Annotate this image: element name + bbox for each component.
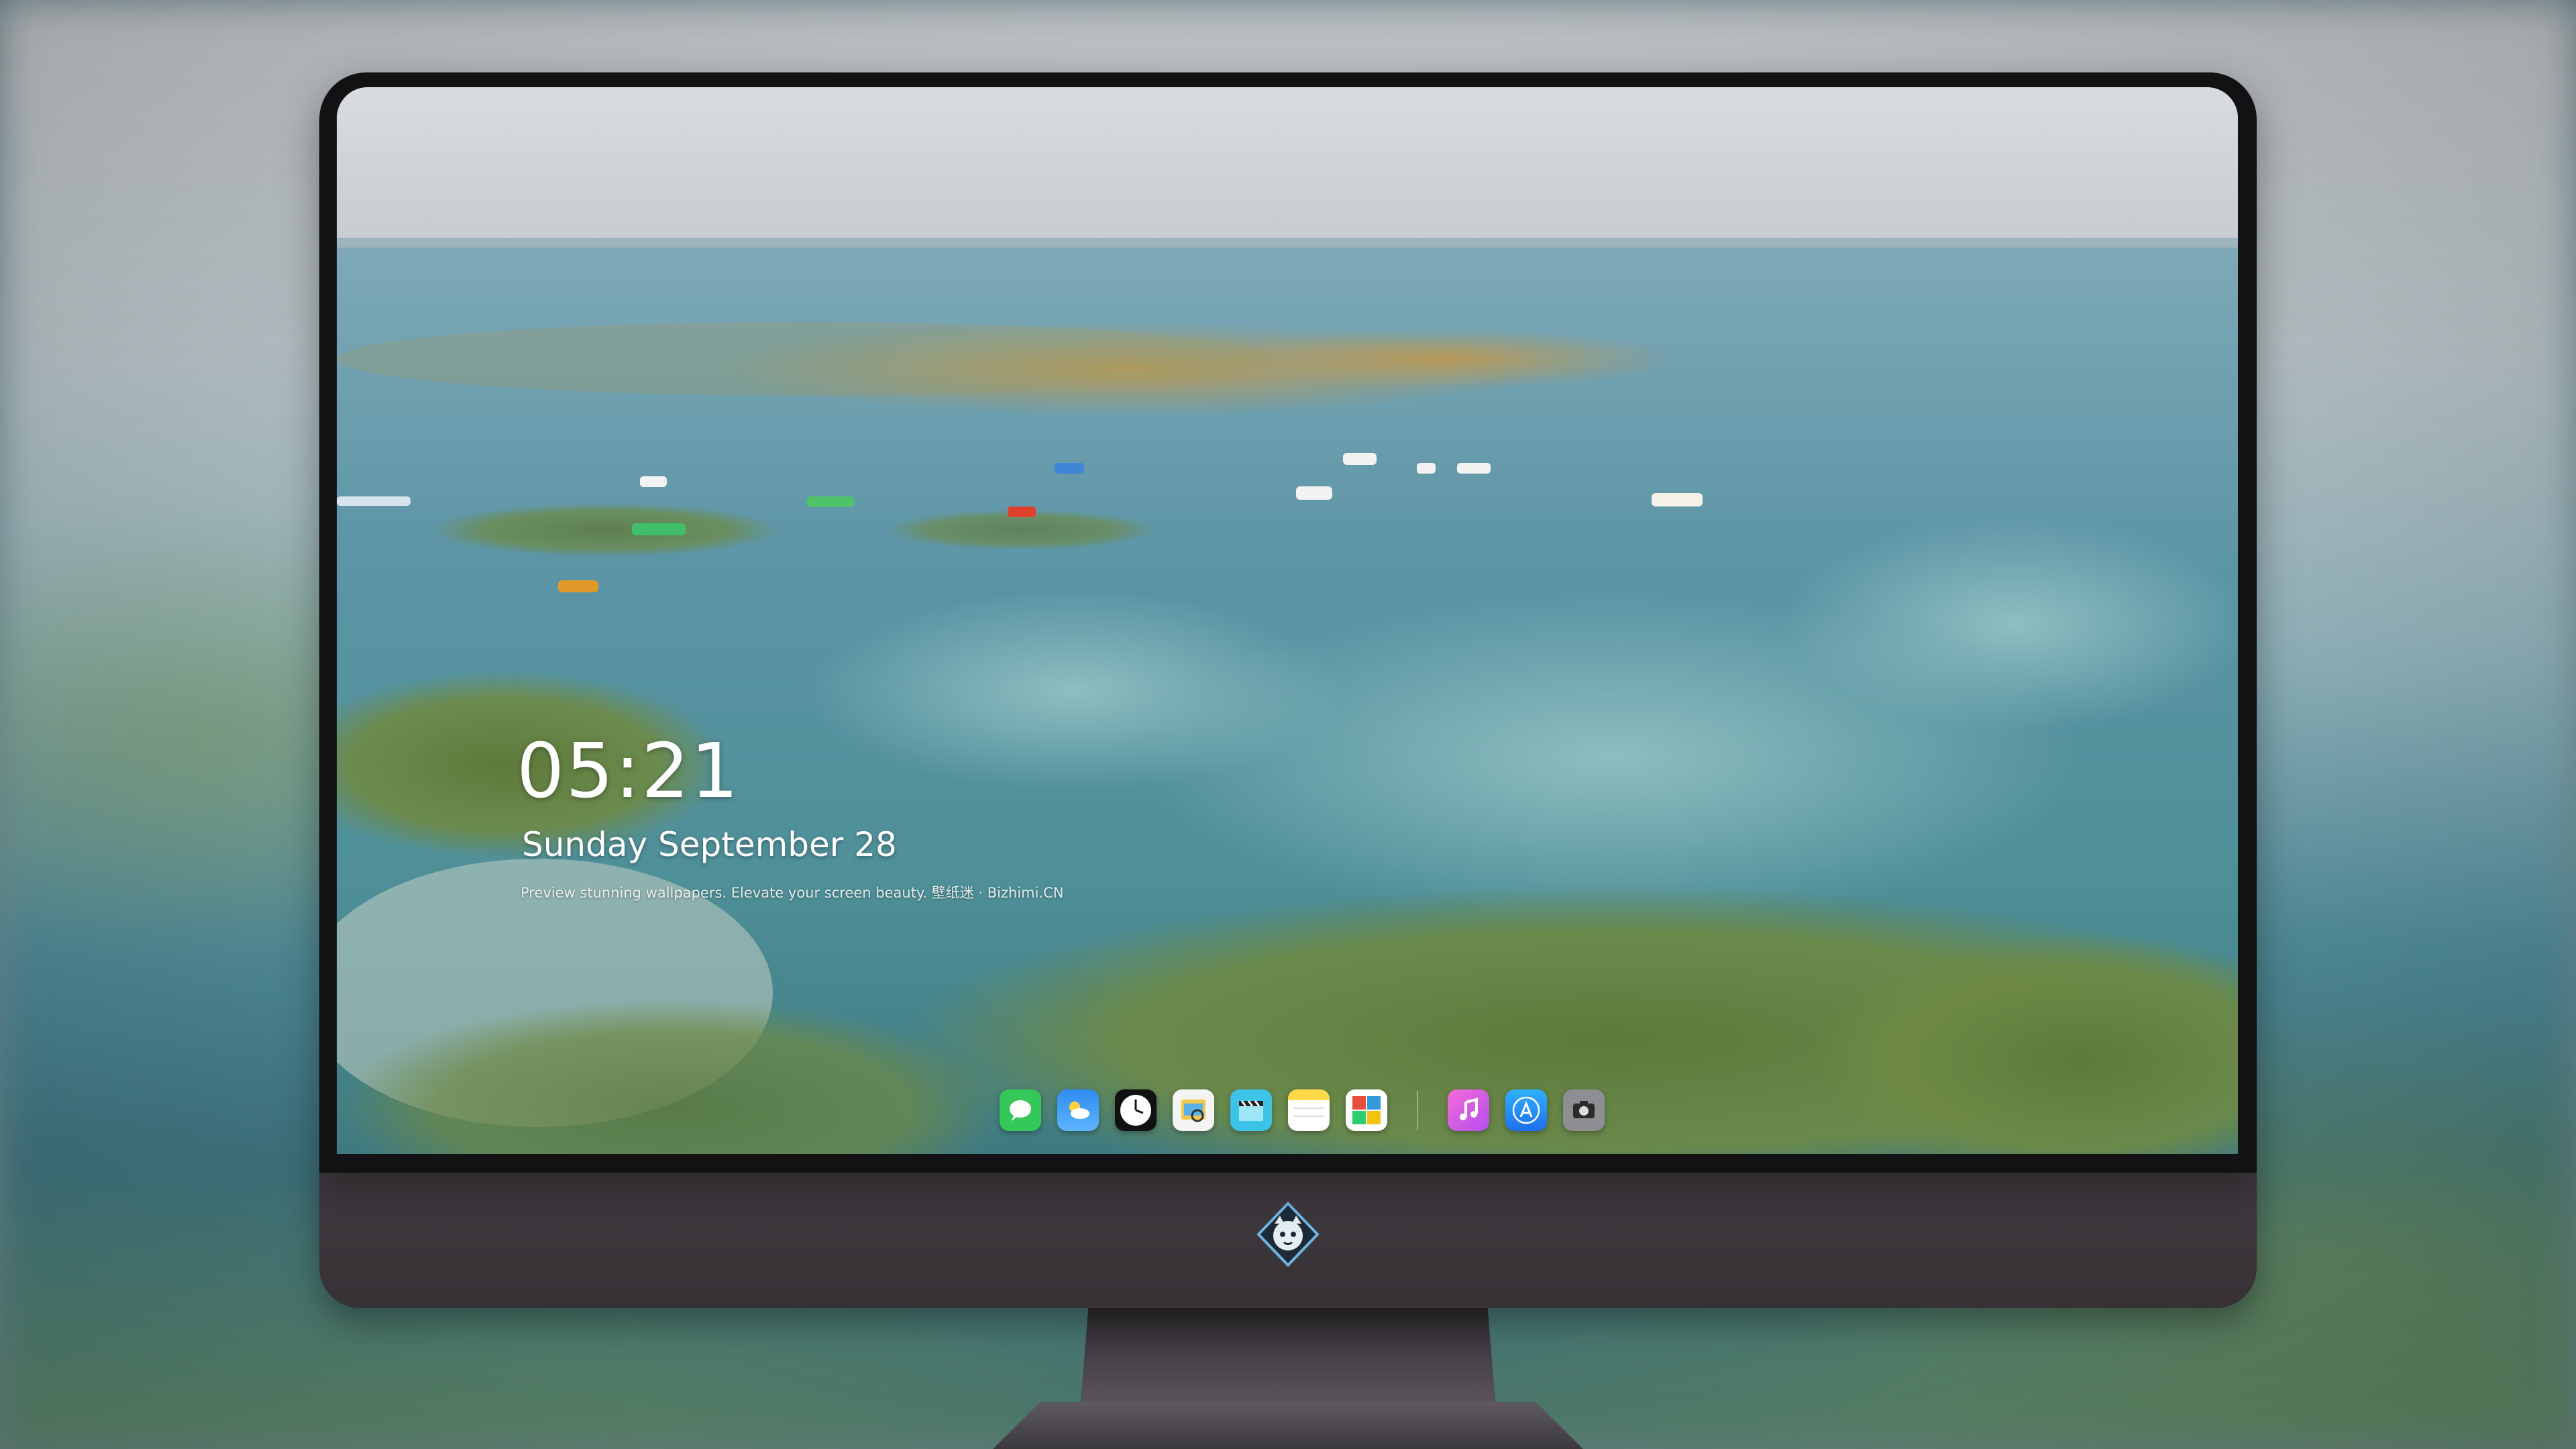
app-store-icon[interactable] (1505, 1089, 1547, 1131)
seascape-wallpaper (337, 87, 2238, 1154)
brand-logo-icon (1256, 1201, 1320, 1267)
itunes-icon[interactable] (1448, 1089, 1489, 1131)
dock (986, 1080, 1618, 1140)
preview-icon[interactable] (1173, 1089, 1214, 1131)
monitor-stand-neck (1080, 1308, 1496, 1409)
dock-separator (1417, 1091, 1418, 1130)
clips-icon[interactable] (1230, 1089, 1272, 1131)
monitor-stand-base (993, 1402, 1583, 1449)
clock-icon[interactable] (1115, 1089, 1157, 1131)
messages-icon[interactable] (1000, 1089, 1041, 1131)
notes-icon[interactable] (1288, 1089, 1330, 1131)
photo-booth-icon[interactable] (1346, 1089, 1387, 1131)
lockscreen-tagline: Preview stunning wallpapers. Elevate you… (521, 885, 1064, 901)
lockscreen-date: Sunday September 28 (522, 825, 897, 864)
monitor-screen: 05:21 Sunday September 28 Preview stunni… (337, 87, 2238, 1154)
lockscreen-time: 05:21 (517, 728, 740, 815)
weather-icon[interactable] (1057, 1089, 1099, 1131)
camera-icon[interactable] (1563, 1089, 1605, 1131)
